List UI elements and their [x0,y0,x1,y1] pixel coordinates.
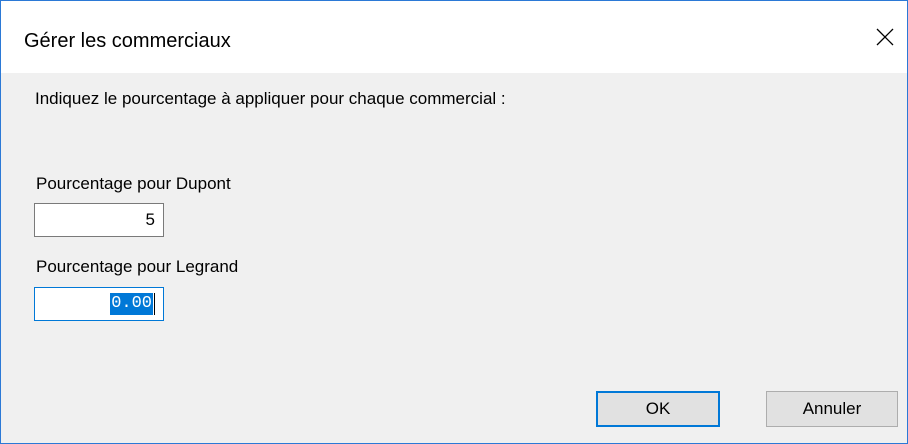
cancel-button[interactable]: Annuler [766,391,898,427]
cancel-button-label: Annuler [802,399,862,418]
dupont-percentage-label: Pourcentage pour Dupont [36,174,231,193]
title-bar[interactable]: Gérer les commerciaux [1,1,907,73]
dupont-percentage-value: 5 [145,210,155,229]
close-button[interactable] [863,15,907,59]
instruction-text: Indiquez le pourcentage à appliquer pour… [35,89,506,108]
dialog-content: Indiquez le pourcentage à appliquer pour… [1,73,907,443]
legrand-percentage-value: 0.00 [110,293,153,315]
dialog-window: Gérer les commerciaux Indiquez le pource… [0,0,908,444]
ok-button[interactable]: OK [596,391,720,427]
dupont-percentage-input[interactable]: 5 [34,203,164,237]
ok-button-label: OK [645,399,671,418]
legrand-percentage-label: Pourcentage pour Legrand [36,257,239,276]
close-icon [876,28,894,46]
legrand-percentage-input[interactable]: 0.00 [34,287,164,321]
text-caret [154,293,155,315]
window-title: Gérer les commerciaux [24,30,231,52]
